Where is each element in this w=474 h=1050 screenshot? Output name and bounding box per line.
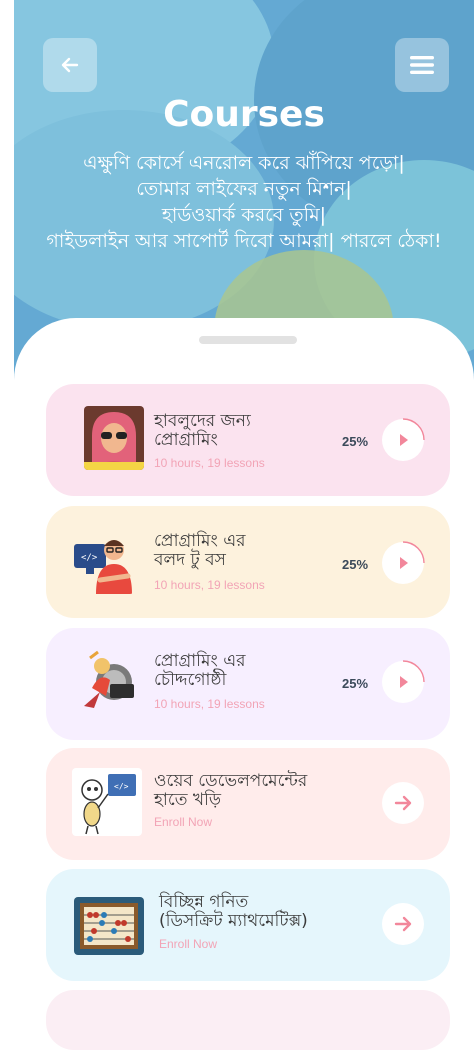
course-card[interactable]: </> প্রোগ্রামিং এর বলদ টু বস 10 hours, 1… xyxy=(46,506,450,618)
course-card[interactable]: হাবলুদের জন্য প্রোগ্রামিং 10 hours, 19 l… xyxy=(46,384,450,496)
svg-text:</>: </> xyxy=(81,553,98,563)
play-button[interactable] xyxy=(382,660,425,703)
course-title: ওয়েব ডেভেলপমেন্টের হাতে খড়ি xyxy=(154,771,308,810)
tired-programmer-illustration xyxy=(80,648,140,712)
page-title: Courses xyxy=(163,94,325,135)
arrow-left-icon xyxy=(61,57,79,73)
progress-label: 25% xyxy=(342,676,369,691)
course-title: হাবলুদের জন্য প্রোগ্রামিং xyxy=(154,411,251,450)
course-title: প্রোগ্রামিং এর বলদ টু বস xyxy=(154,531,246,570)
course-thumbnail: </> xyxy=(70,528,134,594)
course-card[interactable]: </> ওয়েব ডেভেলপমেন্টের হাতে খড়ি Enroll… xyxy=(46,748,450,860)
arrow-right-icon xyxy=(394,916,412,932)
play-button[interactable] xyxy=(382,541,425,584)
course-card[interactable] xyxy=(46,990,450,1050)
page-tagline: এক্ষুণি কোর্সে এনরোল করে ঝাঁপিয়ে পড়ো| … xyxy=(14,150,474,254)
tagline-line: হার্ডওয়ার্ক করবে তুমি| xyxy=(161,204,327,226)
course-thumbnail: </> xyxy=(72,768,142,836)
play-icon xyxy=(400,676,408,688)
course-card[interactable]: বিচ্ছিন্ন গনিত (ডিসক্রিট ম্যাথমেটিক্স) E… xyxy=(46,869,450,981)
menu-button[interactable] xyxy=(395,38,449,92)
course-thumbnail xyxy=(84,406,144,470)
course-meta: 10 hours, 19 lessons xyxy=(154,456,265,470)
course-thumbnail xyxy=(80,648,140,712)
enroll-button[interactable] xyxy=(382,903,424,945)
hamburger-menu-icon xyxy=(410,56,434,74)
back-button[interactable] xyxy=(43,38,97,92)
abacus-illustration xyxy=(74,897,144,955)
play-button[interactable] xyxy=(382,418,425,461)
course-thumbnail xyxy=(74,897,144,955)
course-meta: 10 hours, 19 lessons xyxy=(154,578,265,592)
play-icon xyxy=(400,434,408,446)
course-meta: 10 hours, 19 lessons xyxy=(154,697,265,711)
programmer-at-monitor-illustration: </> xyxy=(70,528,134,594)
course-title: বিচ্ছিন্ন গনিত (ডিসক্রিট ম্যাথমেটিক্স) xyxy=(159,892,308,931)
tagline-line: গাইডলাইন আর সাপোর্ট দিবো আমরা| পারলে ঠেক… xyxy=(46,230,442,252)
progress-label: 25% xyxy=(342,557,369,572)
tagline-line: এক্ষুণি কোর্সে এনরোল করে ঝাঁপিয়ে পড়ো| xyxy=(83,152,405,174)
play-icon xyxy=(400,557,408,569)
enroll-button[interactable] xyxy=(382,782,424,824)
drag-handle[interactable] xyxy=(199,336,297,344)
course-meta: Enroll Now xyxy=(159,937,218,951)
stick-figure-code-illustration: </> xyxy=(72,768,142,836)
girl-with-glasses-illustration xyxy=(84,406,144,470)
course-title: প্রোগ্রামিং এর চৌদ্দগোষ্ঠী xyxy=(154,651,246,690)
svg-text:</>: </> xyxy=(114,782,129,791)
course-card[interactable]: প্রোগ্রামিং এর চৌদ্দগোষ্ঠী 10 hours, 19 … xyxy=(46,628,450,740)
progress-label: 25% xyxy=(342,434,369,449)
tagline-line: তোমার লাইফের নতুন মিশন| xyxy=(136,178,352,200)
arrow-right-icon xyxy=(394,795,412,811)
course-meta: Enroll Now xyxy=(154,815,213,829)
